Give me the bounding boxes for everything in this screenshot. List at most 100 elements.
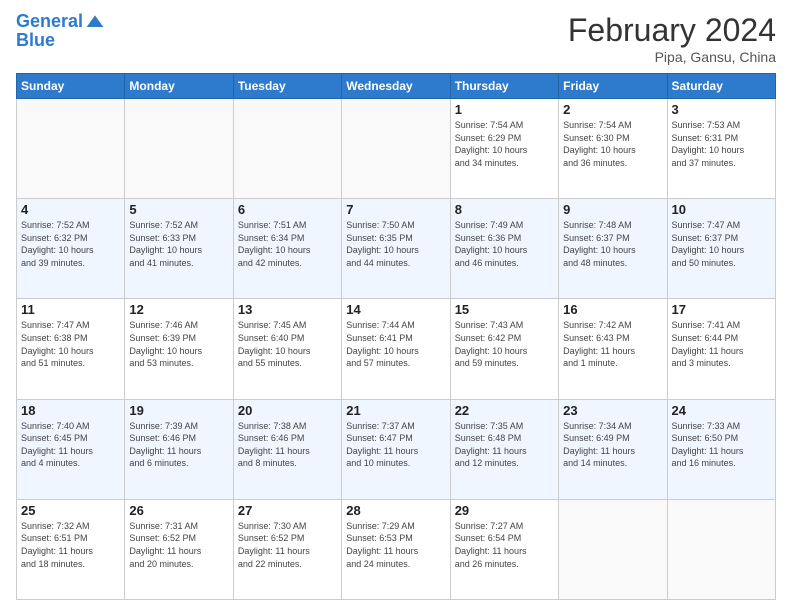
day-info-0-4: Sunrise: 7:54 AM Sunset: 6:29 PM Dayligh…	[455, 119, 554, 169]
week-row-3: 18Sunrise: 7:40 AM Sunset: 6:45 PM Dayli…	[17, 399, 776, 499]
calendar-cell-4-3: 28 Sunrise: 7:29 AM Sunset: 6:53 PM Dayli…	[342, 499, 450, 599]
day-number-2-2: 13	[238, 302, 337, 317]
day-number-2-4: 15	[455, 302, 554, 317]
day-number-1-6: 10	[672, 202, 771, 217]
week-row-0: 1 Sunrise: 7:54 AM Sunset: 6:29 PM Daylig…	[17, 99, 776, 199]
day-info-3-1: Sunrise: 7:39 AM Sunset: 6:46 PM Dayligh…	[129, 420, 228, 470]
logo-text: General	[16, 12, 83, 32]
day-number-2-1: 12	[129, 302, 228, 317]
day-info-2-0: Sunrise: 7:47 AM Sunset: 6:38 PM Dayligh…	[21, 319, 120, 369]
day-info-2-5: Sunrise: 7:42 AM Sunset: 6:43 PM Dayligh…	[563, 319, 662, 369]
header: General Blue February 2024 Pipa, Gansu, …	[16, 12, 776, 65]
day-info-3-2: Sunrise: 7:38 AM Sunset: 6:46 PM Dayligh…	[238, 420, 337, 470]
calendar-cell-1-5: 9 Sunrise: 7:48 AM Sunset: 6:37 PM Daylig…	[559, 199, 667, 299]
calendar-cell-2-4: 15 Sunrise: 7:43 AM Sunset: 6:42 PM Dayli…	[450, 299, 558, 399]
day-number-3-3: 21	[346, 403, 445, 418]
day-number-3-4: 22	[455, 403, 554, 418]
day-info-3-6: Sunrise: 7:33 AM Sunset: 6:50 PM Dayligh…	[672, 420, 771, 470]
day-number-4-3: 28	[346, 503, 445, 518]
calendar-cell-2-3: 14Sunrise: 7:44 AM Sunset: 6:41 PM Dayli…	[342, 299, 450, 399]
header-tuesday: Tuesday	[233, 74, 341, 99]
calendar-cell-0-2	[233, 99, 341, 199]
day-info-3-3: Sunrise: 7:37 AM Sunset: 6:47 PM Dayligh…	[346, 420, 445, 470]
day-number-3-5: 23	[563, 403, 662, 418]
day-info-1-2: Sunrise: 7:51 AM Sunset: 6:34 PM Dayligh…	[238, 219, 337, 269]
day-info-1-5: Sunrise: 7:48 AM Sunset: 6:37 PM Dayligh…	[563, 219, 662, 269]
calendar-cell-1-3: 7 Sunrise: 7:50 AM Sunset: 6:35 PM Daylig…	[342, 199, 450, 299]
day-info-2-6: Sunrise: 7:41 AM Sunset: 6:44 PM Dayligh…	[672, 319, 771, 369]
calendar-cell-3-2: 20 Sunrise: 7:38 AM Sunset: 6:46 PM Dayli…	[233, 399, 341, 499]
header-thursday: Thursday	[450, 74, 558, 99]
day-info-2-1: Sunrise: 7:46 AM Sunset: 6:39 PM Dayligh…	[129, 319, 228, 369]
day-info-0-6: Sunrise: 7:53 AM Sunset: 6:31 PM Dayligh…	[672, 119, 771, 169]
calendar-cell-3-0: 18Sunrise: 7:40 AM Sunset: 6:45 PM Dayli…	[17, 399, 125, 499]
day-number-1-3: 7	[346, 202, 445, 217]
day-info-1-1: Sunrise: 7:52 AM Sunset: 6:33 PM Dayligh…	[129, 219, 228, 269]
calendar-cell-1-2: 6 Sunrise: 7:51 AM Sunset: 6:34 PM Daylig…	[233, 199, 341, 299]
day-number-4-4: 29	[455, 503, 554, 518]
calendar-cell-4-5	[559, 499, 667, 599]
day-info-4-4: Sunrise: 7:27 AM Sunset: 6:54 PM Dayligh…	[455, 520, 554, 570]
calendar-cell-0-0	[17, 99, 125, 199]
calendar-cell-4-1: 26 Sunrise: 7:31 AM Sunset: 6:52 PM Dayli…	[125, 499, 233, 599]
day-number-1-5: 9	[563, 202, 662, 217]
day-number-4-0: 25	[21, 503, 120, 518]
calendar-cell-2-2: 13 Sunrise: 7:45 AM Sunset: 6:40 PM Dayli…	[233, 299, 341, 399]
calendar-cell-2-5: 16 Sunrise: 7:42 AM Sunset: 6:43 PM Dayli…	[559, 299, 667, 399]
day-info-2-3: Sunrise: 7:44 AM Sunset: 6:41 PM Dayligh…	[346, 319, 445, 369]
day-number-0-6: 3	[672, 102, 771, 117]
header-friday: Friday	[559, 74, 667, 99]
month-title: February 2024	[568, 12, 776, 49]
day-number-1-1: 5	[129, 202, 228, 217]
day-number-3-6: 24	[672, 403, 771, 418]
calendar-cell-0-1	[125, 99, 233, 199]
week-row-4: 25Sunrise: 7:32 AM Sunset: 6:51 PM Dayli…	[17, 499, 776, 599]
day-info-1-6: Sunrise: 7:47 AM Sunset: 6:37 PM Dayligh…	[672, 219, 771, 269]
calendar-cell-0-6: 3 Sunrise: 7:53 AM Sunset: 6:31 PM Daylig…	[667, 99, 775, 199]
day-info-1-3: Sunrise: 7:50 AM Sunset: 6:35 PM Dayligh…	[346, 219, 445, 269]
day-number-1-4: 8	[455, 202, 554, 217]
day-info-3-5: Sunrise: 7:34 AM Sunset: 6:49 PM Dayligh…	[563, 420, 662, 470]
day-info-2-2: Sunrise: 7:45 AM Sunset: 6:40 PM Dayligh…	[238, 319, 337, 369]
day-number-3-2: 20	[238, 403, 337, 418]
day-number-0-5: 2	[563, 102, 662, 117]
day-info-1-4: Sunrise: 7:49 AM Sunset: 6:36 PM Dayligh…	[455, 219, 554, 269]
logo-icon	[85, 12, 105, 32]
day-number-3-0: 18	[21, 403, 120, 418]
header-wednesday: Wednesday	[342, 74, 450, 99]
day-number-2-6: 17	[672, 302, 771, 317]
day-info-1-0: Sunrise: 7:52 AM Sunset: 6:32 PM Dayligh…	[21, 219, 120, 269]
day-info-4-3: Sunrise: 7:29 AM Sunset: 6:53 PM Dayligh…	[346, 520, 445, 570]
calendar-cell-0-4: 1 Sunrise: 7:54 AM Sunset: 6:29 PM Daylig…	[450, 99, 558, 199]
week-row-1: 4 Sunrise: 7:52 AM Sunset: 6:32 PM Daylig…	[17, 199, 776, 299]
calendar-cell-2-6: 17 Sunrise: 7:41 AM Sunset: 6:44 PM Dayli…	[667, 299, 775, 399]
day-info-0-5: Sunrise: 7:54 AM Sunset: 6:30 PM Dayligh…	[563, 119, 662, 169]
title-block: February 2024 Pipa, Gansu, China	[568, 12, 776, 65]
day-info-2-4: Sunrise: 7:43 AM Sunset: 6:42 PM Dayligh…	[455, 319, 554, 369]
day-number-0-4: 1	[455, 102, 554, 117]
header-monday: Monday	[125, 74, 233, 99]
calendar-cell-1-1: 5 Sunrise: 7:52 AM Sunset: 6:33 PM Daylig…	[125, 199, 233, 299]
day-info-4-1: Sunrise: 7:31 AM Sunset: 6:52 PM Dayligh…	[129, 520, 228, 570]
calendar-cell-1-0: 4 Sunrise: 7:52 AM Sunset: 6:32 PM Daylig…	[17, 199, 125, 299]
day-number-2-5: 16	[563, 302, 662, 317]
calendar-cell-2-0: 11 Sunrise: 7:47 AM Sunset: 6:38 PM Dayli…	[17, 299, 125, 399]
calendar-cell-3-6: 24 Sunrise: 7:33 AM Sunset: 6:50 PM Dayli…	[667, 399, 775, 499]
day-number-2-0: 11	[21, 302, 120, 317]
calendar-cell-1-4: 8 Sunrise: 7:49 AM Sunset: 6:36 PM Daylig…	[450, 199, 558, 299]
logo: General Blue	[16, 12, 105, 51]
calendar-cell-4-4: 29 Sunrise: 7:27 AM Sunset: 6:54 PM Dayli…	[450, 499, 558, 599]
calendar-cell-3-4: 22 Sunrise: 7:35 AM Sunset: 6:48 PM Dayli…	[450, 399, 558, 499]
day-number-1-2: 6	[238, 202, 337, 217]
calendar-cell-0-5: 2 Sunrise: 7:54 AM Sunset: 6:30 PM Daylig…	[559, 99, 667, 199]
day-number-4-1: 26	[129, 503, 228, 518]
calendar-cell-1-6: 10 Sunrise: 7:47 AM Sunset: 6:37 PM Dayli…	[667, 199, 775, 299]
calendar-cell-3-5: 23 Sunrise: 7:34 AM Sunset: 6:49 PM Dayli…	[559, 399, 667, 499]
day-number-1-0: 4	[21, 202, 120, 217]
calendar-cell-4-0: 25Sunrise: 7:32 AM Sunset: 6:51 PM Dayli…	[17, 499, 125, 599]
calendar-cell-3-1: 19Sunrise: 7:39 AM Sunset: 6:46 PM Dayli…	[125, 399, 233, 499]
calendar-header-row: Sunday Monday Tuesday Wednesday Thursday…	[17, 74, 776, 99]
calendar-cell-3-3: 21 Sunrise: 7:37 AM Sunset: 6:47 PM Dayli…	[342, 399, 450, 499]
week-row-2: 11 Sunrise: 7:47 AM Sunset: 6:38 PM Dayli…	[17, 299, 776, 399]
day-info-3-4: Sunrise: 7:35 AM Sunset: 6:48 PM Dayligh…	[455, 420, 554, 470]
